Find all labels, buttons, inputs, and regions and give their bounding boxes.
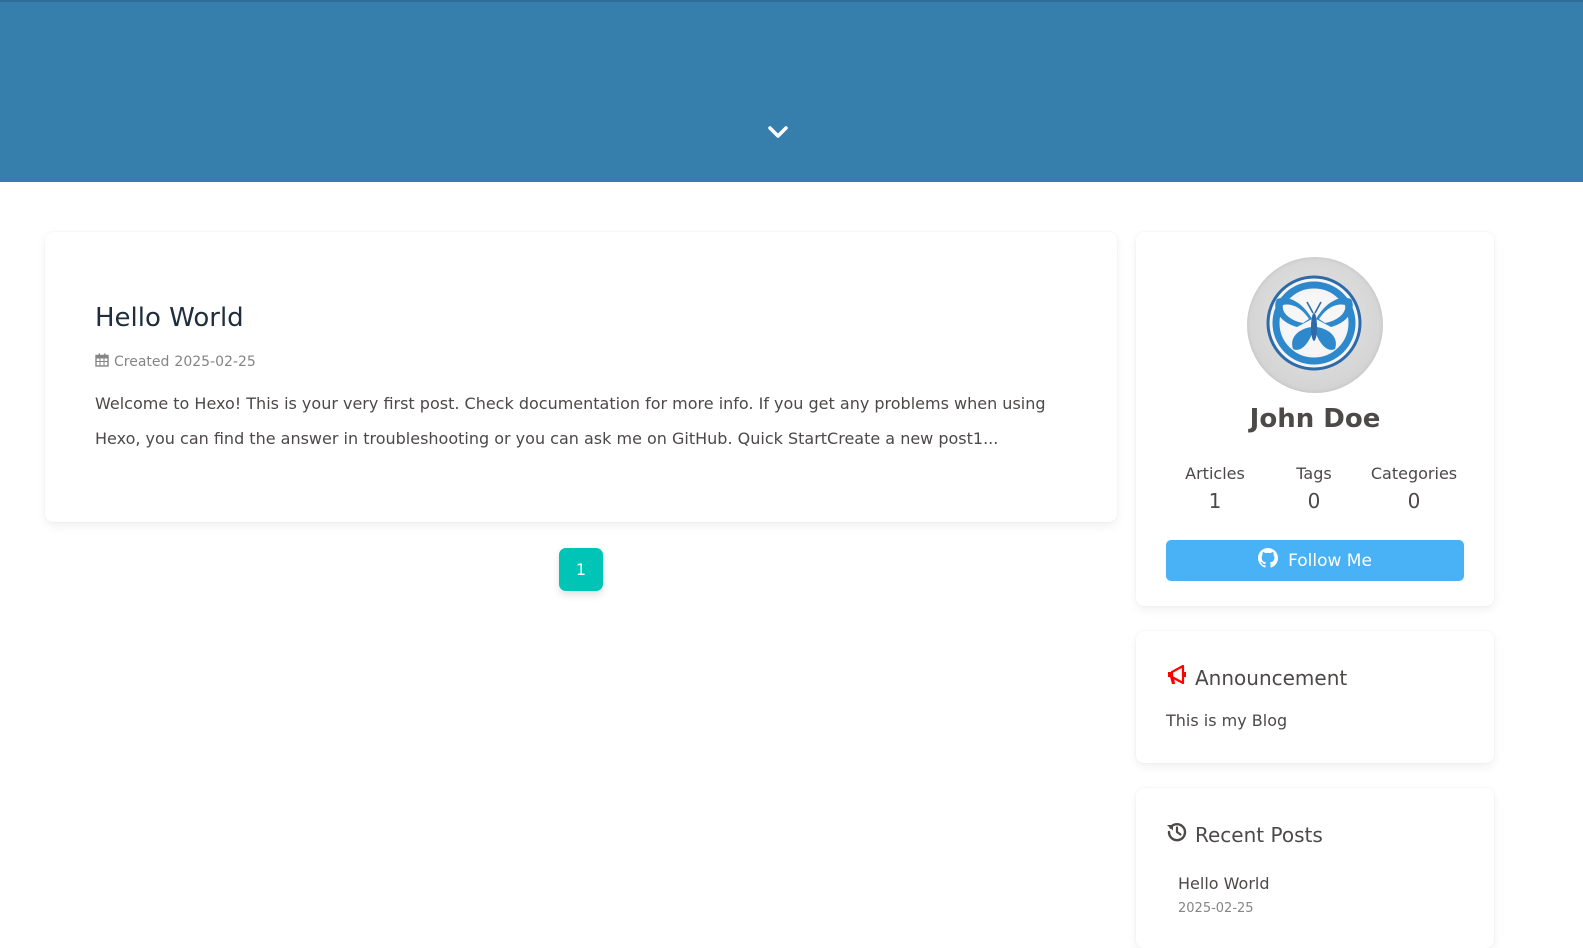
stat-label: Articles [1185, 464, 1245, 483]
post-title[interactable]: Hello World [95, 303, 244, 333]
recent-post-date: 2025-02-25 [1178, 901, 1254, 916]
stat-articles[interactable]: Articles 1 [1160, 464, 1270, 513]
post-excerpt: Welcome to Hexo! This is your very first… [95, 394, 1046, 448]
pagination-page-1[interactable]: 1 [559, 548, 603, 591]
stat-categories[interactable]: Categories 0 [1359, 464, 1469, 513]
announcement-heading: Announcement [1166, 664, 1347, 691]
post-meta: Created 2025-02-25 [95, 353, 256, 371]
post-card: Hello World Created 2025-02-25 Welcome t… [45, 232, 1117, 522]
recent-posts-card: Recent Posts Hello World 2025-02-25 [1136, 788, 1494, 948]
recent-post-title[interactable]: Hello World [1178, 874, 1270, 893]
author-card: John Doe Articles 1 Tags 0 Categories 0 … [1136, 232, 1494, 606]
chevron-down-icon[interactable] [766, 123, 790, 143]
created-date: 2025-02-25 [174, 354, 256, 370]
author-name: John Doe [1249, 404, 1381, 434]
recent-posts-heading: Recent Posts [1166, 821, 1323, 848]
bullhorn-icon [1166, 664, 1188, 691]
header-banner [0, 0, 1583, 182]
avatar[interactable] [1247, 257, 1383, 393]
created-label: Created [114, 354, 170, 370]
stat-label: Tags [1296, 464, 1332, 483]
stat-count: 1 [1208, 489, 1222, 513]
announcement-text: This is my Blog [1166, 711, 1288, 730]
recent-post-item[interactable]: Hello World 2025-02-25 [1178, 874, 1270, 916]
follow-me-label: Follow Me [1288, 550, 1372, 571]
github-icon [1258, 548, 1279, 573]
recent-posts-title: Recent Posts [1195, 822, 1323, 847]
announcement-title: Announcement [1195, 665, 1348, 690]
announcement-card: Announcement This is my Blog [1136, 631, 1494, 763]
stat-tags[interactable]: Tags 0 [1259, 464, 1369, 513]
butterfly-logo [1266, 275, 1362, 371]
stat-count: 0 [1307, 489, 1321, 513]
stat-label: Categories [1370, 464, 1458, 483]
follow-me-button[interactable]: Follow Me [1166, 540, 1464, 581]
stat-count: 0 [1407, 489, 1421, 513]
calendar-icon [95, 353, 109, 371]
history-icon [1166, 821, 1188, 848]
